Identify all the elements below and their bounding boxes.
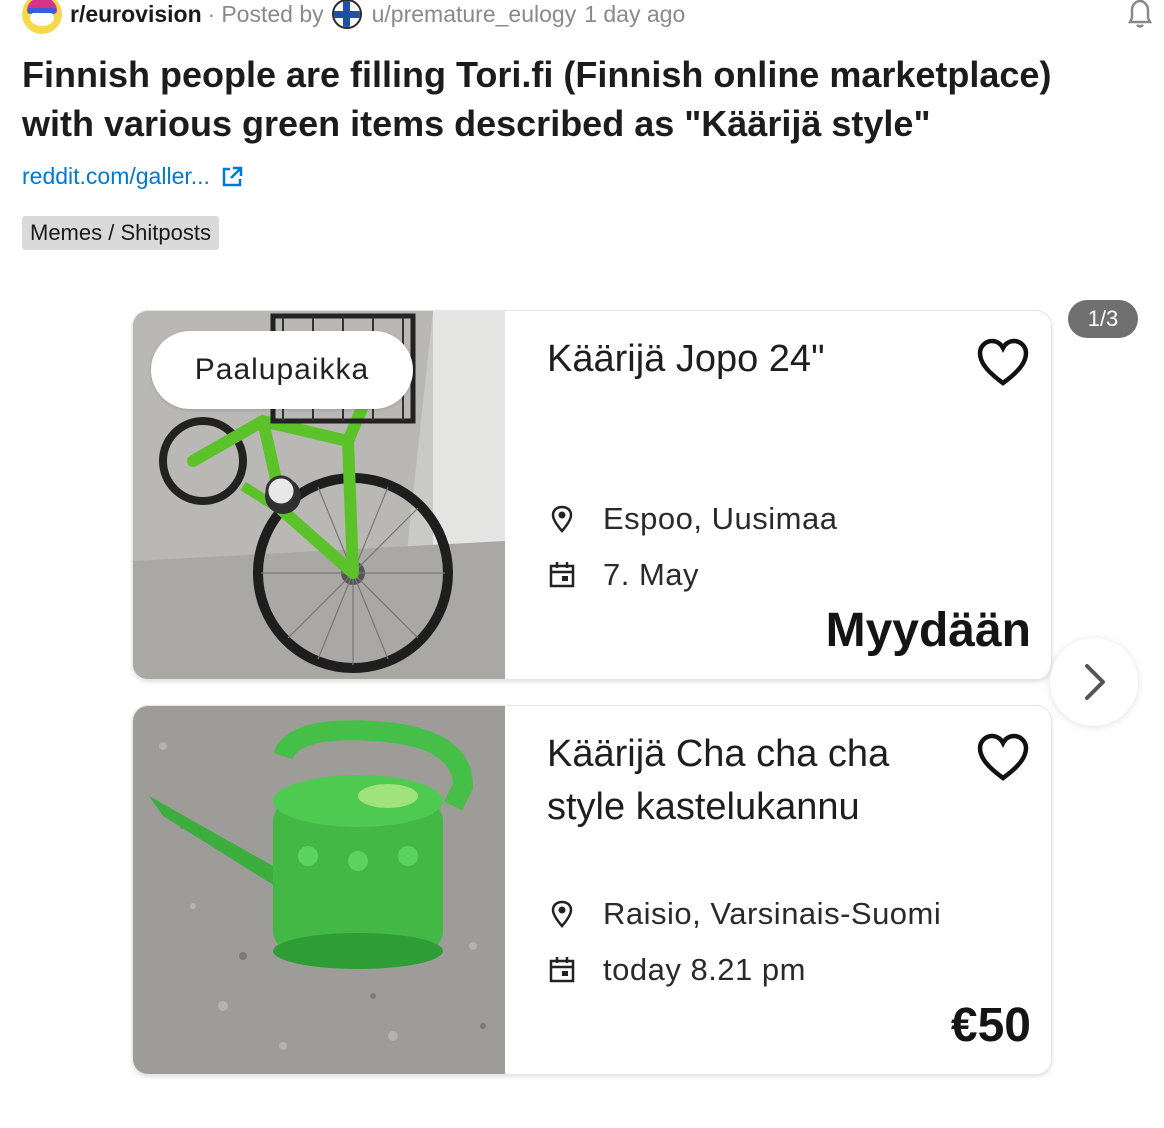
heart-icon xyxy=(977,733,1029,781)
bell-icon[interactable] xyxy=(1122,0,1158,32)
username-link[interactable]: u/premature_eulogy xyxy=(372,1,577,28)
listing-location: Raisio, Varsinais-Suomi xyxy=(603,896,942,931)
listing-date-row: today 8.21 pm xyxy=(547,952,806,988)
listing-location: Espoo, Uusimaa xyxy=(603,501,838,536)
listing-price: Myydään xyxy=(825,604,1031,657)
external-link-icon xyxy=(222,166,243,186)
promoted-badge: Paalupaikka xyxy=(151,331,413,409)
chevron-right-icon xyxy=(1085,664,1105,700)
post-flair[interactable]: Memes / Shitposts xyxy=(22,216,219,250)
listing-price: €50 xyxy=(950,999,1031,1052)
finland-flag-icon xyxy=(331,0,362,29)
subreddit-link[interactable]: r/eurovision xyxy=(70,1,202,28)
gallery-next-button[interactable] xyxy=(1050,638,1138,726)
watering-can-photo xyxy=(133,706,505,1074)
calendar-icon xyxy=(549,957,575,983)
listing-title: Käärijä Cha cha cha style kastelukannu xyxy=(547,733,890,828)
listing-date: today 8.21 pm xyxy=(603,952,806,987)
listing-date-row: 7. May xyxy=(547,557,699,593)
meta-separator: · xyxy=(207,0,216,27)
post-meta: r/eurovision · Posted by u/premature_eul… xyxy=(22,0,685,34)
subreddit-avatar-icon[interactable] xyxy=(22,0,62,34)
posted-by-label: Posted by xyxy=(221,0,324,27)
post-time: 1 day ago xyxy=(584,0,686,27)
location-pin-icon xyxy=(551,900,573,928)
gallery-link-text[interactable]: reddit.com/galler... xyxy=(22,163,210,190)
image-gallery[interactable]: 1/3 Paalupaikka Käärijä Jopo 24" Espoo, … xyxy=(0,290,1164,1128)
post-title[interactable]: Finnish people are filling Tori.fi (Finn… xyxy=(22,50,1132,148)
listing-title: Käärijä Jopo 24" xyxy=(547,338,825,380)
listing-date: 7. May xyxy=(603,557,700,592)
listing-location-row: Raisio, Varsinais-Suomi xyxy=(547,896,941,932)
location-pin-icon xyxy=(551,505,573,533)
calendar-icon xyxy=(549,562,575,588)
listing-card-bike: Paalupaikka Käärijä Jopo 24" Espoo, Uusi… xyxy=(132,310,1052,680)
listing-location-row: Espoo, Uusimaa xyxy=(547,501,837,537)
gallery-counter: 1/3 xyxy=(1068,300,1138,338)
listing-card-watering-can: Käärijä Cha cha cha style kastelukannu R… xyxy=(132,705,1052,1075)
heart-icon xyxy=(977,338,1029,386)
gallery-link[interactable]: reddit.com/galler... xyxy=(22,163,244,190)
